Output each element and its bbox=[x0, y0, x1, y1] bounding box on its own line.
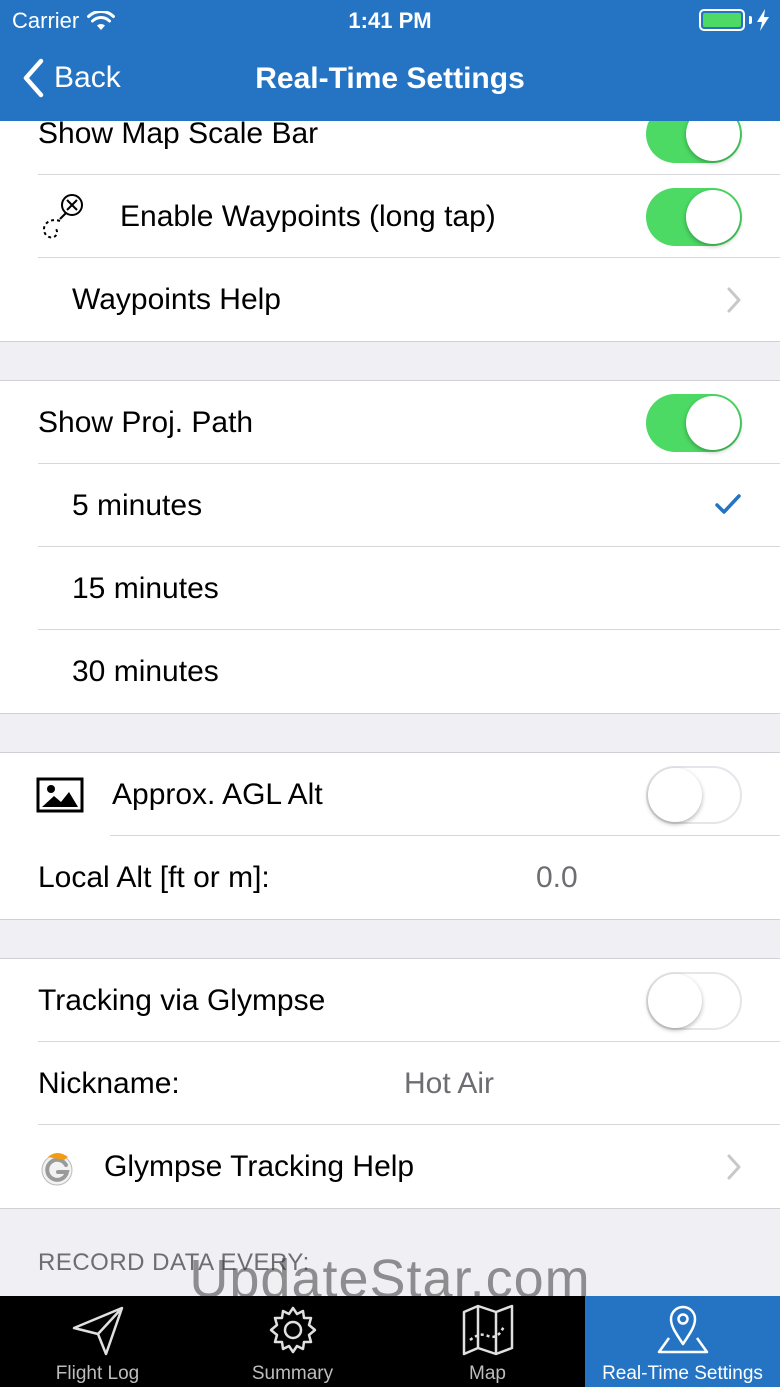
nickname-field[interactable]: Hot Air bbox=[404, 1067, 494, 1101]
charging-bolt-icon bbox=[757, 9, 769, 31]
nickname-row: Nickname: Hot Air bbox=[0, 1042, 780, 1125]
tracking-glympse-row: Tracking via Glympse bbox=[0, 959, 780, 1042]
chevron-right-icon bbox=[727, 1154, 741, 1179]
show-proj-path-toggle[interactable] bbox=[646, 393, 742, 452]
tab-real-time-settings[interactable]: Real-Time Settings bbox=[585, 1296, 780, 1387]
option-5-minutes-row[interactable]: 5 minutes bbox=[0, 464, 780, 547]
tab-label: Real-Time Settings bbox=[602, 1363, 763, 1384]
option-30-minutes-row[interactable]: 30 minutes bbox=[0, 630, 780, 713]
map-icon bbox=[462, 1304, 513, 1356]
status-time: 1:41 PM bbox=[348, 8, 432, 33]
show-map-scale-bar-label: Show Map Scale Bar bbox=[38, 121, 319, 150]
navigation-bar: Carrier 1:41 PM Back Real-Time Settings bbox=[0, 0, 780, 121]
local-alt-label: Local Alt [ft or m]: bbox=[38, 860, 270, 894]
glympse-logo-icon bbox=[41, 1152, 73, 1185]
image-icon bbox=[36, 777, 84, 812]
tab-map[interactable]: Map bbox=[390, 1296, 585, 1387]
gear-icon bbox=[269, 1306, 316, 1354]
option-15-minutes-row[interactable]: 15 minutes bbox=[0, 547, 780, 630]
tab-bar: Flight Log Summary Map Real-Time Setting… bbox=[0, 1296, 780, 1387]
tracking-glympse-toggle[interactable] bbox=[646, 971, 742, 1030]
show-proj-path-label: Show Proj. Path bbox=[38, 405, 254, 439]
show-map-scale-bar-row: Show Map Scale Bar bbox=[0, 121, 780, 175]
enable-waypoints-toggle[interactable] bbox=[646, 187, 742, 246]
tab-label: Map bbox=[469, 1363, 506, 1384]
projected-path-section: Show Proj. Path 5 minutes 15 minutes 30 … bbox=[0, 380, 780, 714]
glympse-section: Tracking via Glympse Nickname: Hot Air G… bbox=[0, 958, 780, 1209]
glympse-help-label: Glympse Tracking Help bbox=[104, 1149, 415, 1183]
tab-summary[interactable]: Summary bbox=[195, 1296, 390, 1387]
paper-plane-icon bbox=[72, 1306, 123, 1356]
enable-waypoints-label: Enable Waypoints (long tap) bbox=[120, 199, 496, 233]
local-alt-field[interactable]: 0.0 bbox=[536, 861, 578, 895]
tab-label: Flight Log bbox=[55, 1363, 140, 1384]
enable-waypoints-row: Enable Waypoints (long tap) bbox=[0, 175, 780, 258]
approx-agl-alt-toggle[interactable] bbox=[646, 765, 742, 824]
tab-flight-log[interactable]: Flight Log bbox=[0, 1296, 195, 1387]
show-proj-path-row: Show Proj. Path bbox=[0, 381, 780, 464]
settings-list[interactable]: Show Map Scale Bar Enable Waypoints (lon… bbox=[0, 121, 780, 1296]
map-settings-section: Show Map Scale Bar Enable Waypoints (lon… bbox=[0, 121, 780, 342]
approx-agl-alt-label: Approx. AGL Alt bbox=[112, 777, 323, 811]
nickname-label: Nickname: bbox=[38, 1066, 180, 1100]
chevron-right-icon bbox=[727, 287, 741, 312]
waypoints-help-label: Waypoints Help bbox=[72, 282, 281, 316]
option-label: 30 minutes bbox=[72, 654, 219, 688]
glympse-help-row[interactable]: Glympse Tracking Help bbox=[0, 1125, 780, 1208]
waypoint-path-icon bbox=[42, 193, 83, 238]
approx-agl-alt-row: Approx. AGL Alt bbox=[0, 753, 780, 836]
local-alt-row: Local Alt [ft or m]: 0.0 bbox=[0, 836, 780, 919]
location-pin-icon bbox=[657, 1305, 708, 1354]
battery-icon bbox=[699, 9, 770, 31]
status-bar: Carrier 1:41 PM bbox=[0, 0, 780, 40]
page-title: Real-Time Settings bbox=[255, 62, 525, 95]
tab-label: Summary bbox=[251, 1363, 334, 1384]
checkmark-icon bbox=[715, 493, 741, 514]
show-map-scale-bar-toggle[interactable] bbox=[646, 121, 742, 163]
waypoints-help-row[interactable]: Waypoints Help bbox=[0, 258, 780, 341]
tracking-glympse-label: Tracking via Glympse bbox=[38, 983, 326, 1017]
option-label: 5 minutes bbox=[72, 488, 203, 522]
altitude-section: Approx. AGL Alt Local Alt [ft or m]: 0.0 bbox=[0, 752, 780, 920]
option-label: 15 minutes bbox=[72, 571, 219, 605]
